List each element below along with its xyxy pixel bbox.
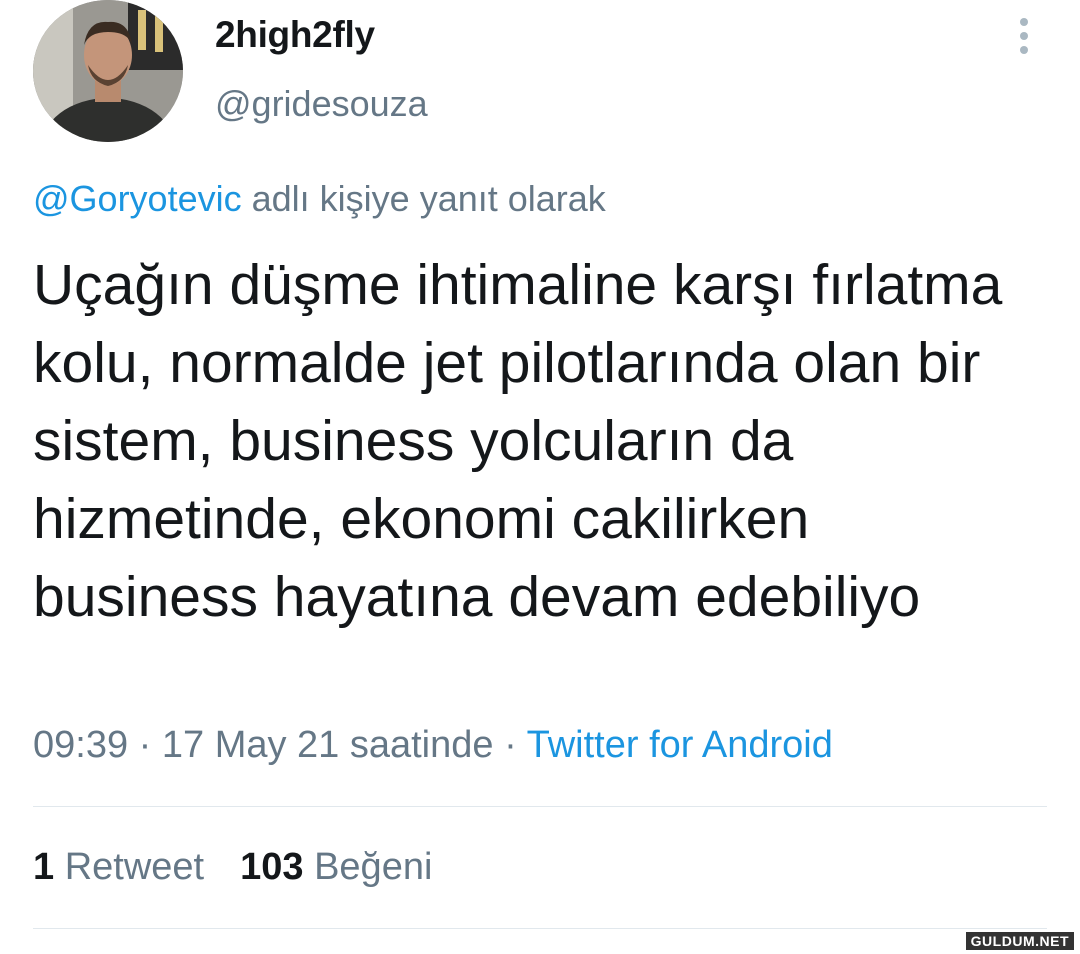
avatar-image (33, 0, 183, 142)
like-stat[interactable]: 103 Beğeni (240, 846, 432, 888)
retweet-label: Retweet (64, 846, 205, 888)
divider (33, 928, 1047, 929)
retweet-count: 1 (33, 846, 55, 888)
like-count: 103 (240, 846, 304, 888)
reply-context: @Goryotevic adlı kişiye yanıt olarak (33, 178, 606, 220)
tweet-stats: 1 Retweet 103 Beğeni (33, 846, 432, 889)
watermark: GULDUM.NET (965, 932, 1074, 950)
more-vertical-icon[interactable] (1006, 18, 1042, 58)
reply-mention-link[interactable]: @Goryotevic (33, 178, 242, 219)
retweet-stat[interactable]: 1 Retweet (33, 846, 204, 888)
display-name[interactable]: 2high2fly (215, 14, 375, 56)
tweet-timestamp[interactable]: 09:39 · 17 May 21 saatinde (33, 724, 494, 766)
meta-separator: · (504, 724, 517, 766)
tweet-text: Uçağın düşme ihtimaline karşı fırlatma k… (33, 253, 1003, 629)
tweet-source-link[interactable]: Twitter for Android (527, 724, 833, 766)
reply-context-text: adlı kişiye yanıt olarak (251, 178, 606, 219)
like-label: Beğeni (314, 846, 433, 888)
tweet-meta: 09:39 · 17 May 21 saatinde · Twitter for… (33, 724, 833, 767)
avatar[interactable] (33, 0, 183, 142)
divider (33, 806, 1047, 807)
handle[interactable]: @gridesouza (215, 83, 428, 125)
